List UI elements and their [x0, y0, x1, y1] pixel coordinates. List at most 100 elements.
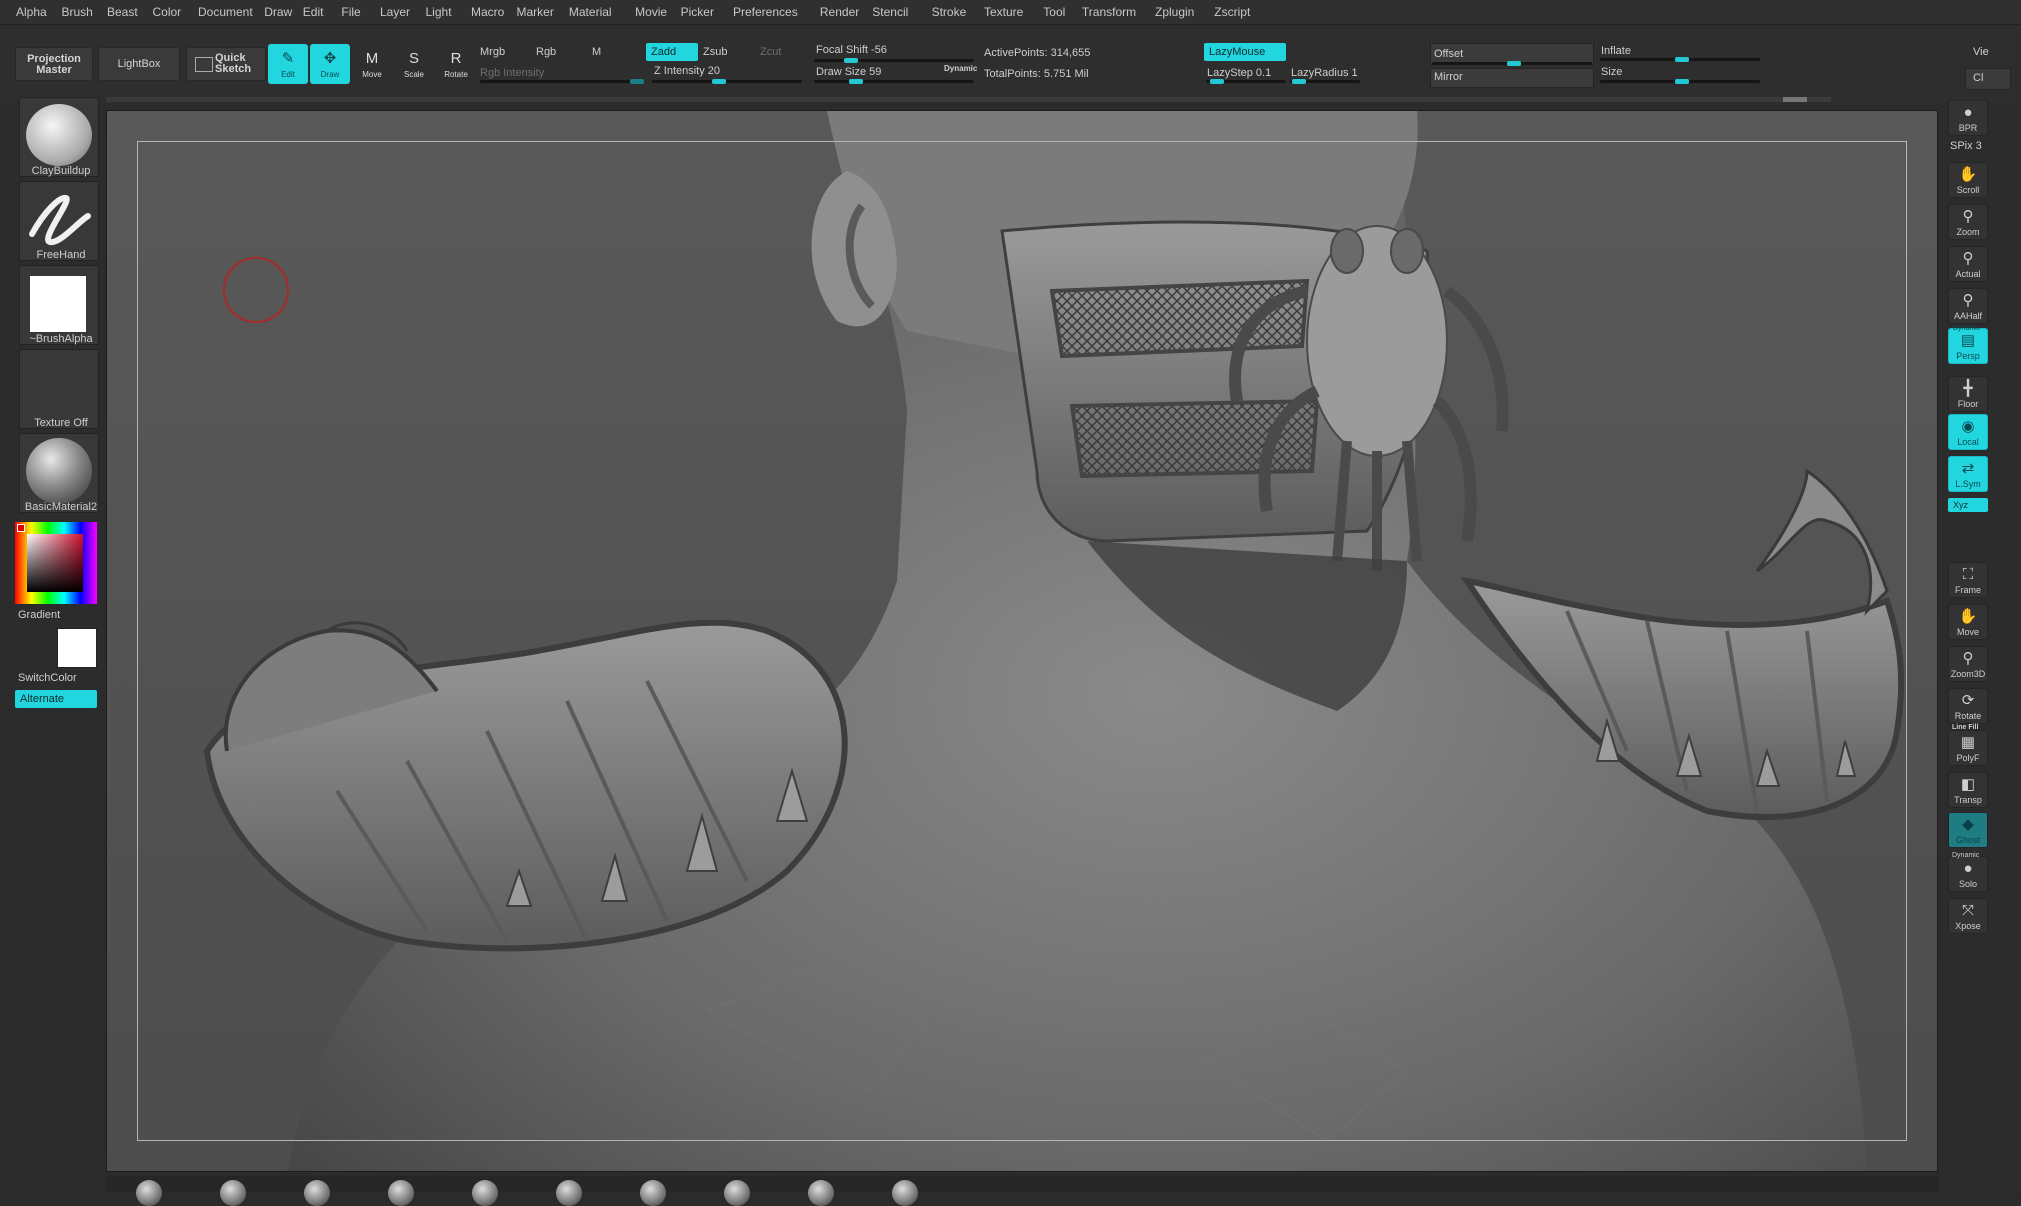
tray-brush-icon[interactable]	[640, 1180, 666, 1206]
menu-movie[interactable]: Movie	[635, 0, 667, 24]
draw-tool-button[interactable]: ✥ Draw	[310, 44, 350, 84]
menu-zscript[interactable]: Zscript	[1214, 0, 1250, 24]
menu-layer[interactable]: Layer	[380, 0, 410, 24]
move-tool-button[interactable]: M Move	[352, 44, 392, 84]
menu-marker[interactable]: Marker	[517, 0, 554, 24]
gradient-label[interactable]: Gradient	[18, 609, 60, 621]
menu-light[interactable]: Light	[426, 0, 452, 24]
menu-alpha[interactable]: Alpha	[16, 0, 47, 24]
menu-draw[interactable]: Draw	[264, 0, 292, 24]
size-slider[interactable]: Size	[1601, 66, 1622, 78]
ghost-view-button[interactable]: ◆ Ghost	[1948, 812, 1988, 848]
menu-texture[interactable]: Texture	[984, 0, 1023, 24]
menu-zplugin[interactable]: Zplugin	[1155, 0, 1194, 24]
menu-stencil[interactable]: Stencil	[872, 0, 908, 24]
rotate-tool-button[interactable]: R Rotate	[436, 44, 476, 84]
tray-brush-icon[interactable]	[472, 1180, 498, 1206]
menu-material[interactable]: Material	[569, 0, 612, 24]
menu-brush[interactable]: Brush	[62, 0, 93, 24]
tray-brush-icon[interactable]	[304, 1180, 330, 1206]
lazymouse-toggle[interactable]: LazyMouse	[1204, 43, 1286, 61]
transp-view-button[interactable]: ◧ Transp	[1948, 772, 1988, 808]
tray-brush-icon[interactable]	[220, 1180, 246, 1206]
canvas-viewport[interactable]	[106, 110, 1938, 1172]
menu-color[interactable]: Color	[153, 0, 182, 24]
menu-stroke[interactable]: Stroke	[932, 0, 967, 24]
menu-macro[interactable]: Macro	[471, 0, 504, 24]
menu-preferences[interactable]: Preferences	[733, 0, 798, 24]
rgb-intensity-slider[interactable]: Rgb Intensity	[480, 67, 544, 79]
lsym-view-button[interactable]: ⇄ L.Sym	[1948, 456, 1988, 492]
menu-render[interactable]: Render	[820, 0, 859, 24]
rgb-intensity-track[interactable]	[480, 79, 644, 84]
mrgb-toggle[interactable]: Mrgb	[480, 46, 505, 58]
actual-view-button[interactable]: ⚲ Actual	[1948, 246, 1988, 282]
menu-beast[interactable]: Beast	[107, 0, 138, 24]
floor-view-button[interactable]: ╋ Floor	[1948, 376, 1988, 412]
focal-shift-slider[interactable]: Focal Shift -56	[816, 44, 887, 56]
zadd-toggle[interactable]: Zadd	[646, 43, 698, 61]
draw-size-slider[interactable]: Draw Size 59	[816, 66, 881, 78]
shelf-scrollbar[interactable]	[106, 97, 1831, 102]
color-square[interactable]	[27, 534, 83, 592]
zoom3d-view-button[interactable]: ⚲ Zoom3D	[1948, 646, 1988, 682]
lazystep-track[interactable]	[1206, 79, 1286, 84]
tray-brush-icon[interactable]	[556, 1180, 582, 1206]
scale-tool-button[interactable]: S Scale	[394, 44, 434, 84]
view-menu[interactable]: Vie	[1973, 46, 1989, 58]
lazyradius-track[interactable]	[1290, 79, 1360, 84]
z-intensity-slider[interactable]: Z Intensity 20	[654, 65, 720, 77]
inflate-slider[interactable]: Inflate	[1601, 45, 1631, 57]
menu-tool[interactable]: Tool	[1043, 0, 1065, 24]
projection-master-button[interactable]: Projection Master	[15, 47, 93, 81]
projection-master-label: Projection Master	[27, 53, 81, 76]
menu-document[interactable]: Document	[198, 0, 253, 24]
scroll-view-button[interactable]: ✋ Scroll	[1948, 162, 1988, 198]
frame-view-button[interactable]: ⛶ Frame	[1948, 562, 1988, 598]
menu-edit[interactable]: Edit	[303, 0, 324, 24]
tray-brush-icon[interactable]	[892, 1180, 918, 1206]
menu-transform[interactable]: Transform	[1082, 0, 1136, 24]
spix-readout[interactable]: SPix 3	[1950, 140, 1982, 152]
lightbox-button[interactable]: LightBox	[98, 47, 180, 81]
z-intensity-track[interactable]	[652, 79, 802, 84]
local-view-button[interactable]: ◉ Local	[1948, 414, 1988, 450]
solo-view-button[interactable]: ● Solo	[1948, 856, 1988, 892]
persp-view-button[interactable]: ▤ Persp	[1948, 328, 1988, 364]
tray-brush-icon[interactable]	[136, 1180, 162, 1206]
polyf-view-button[interactable]: ▦ PolyF	[1948, 730, 1988, 766]
lazystep-slider[interactable]: LazyStep 0.1	[1207, 67, 1271, 79]
lazyradius-slider[interactable]: LazyRadius 1	[1291, 67, 1358, 79]
xpose-view-button[interactable]: ⤧ Xpose	[1948, 898, 1988, 934]
tray-brush-icon[interactable]	[808, 1180, 834, 1206]
secondary-color-swatch[interactable]	[57, 628, 97, 668]
size-track[interactable]	[1600, 79, 1760, 84]
lsym-icon: ⇄	[1961, 460, 1975, 477]
switchcolor-label[interactable]: SwitchColor	[18, 672, 77, 684]
menu-file[interactable]: File	[341, 0, 360, 24]
move-view-button[interactable]: ✋ Move	[1948, 604, 1988, 640]
zcut-toggle[interactable]: Zcut	[760, 46, 781, 58]
color-picker[interactable]	[15, 522, 97, 604]
clear-button[interactable]	[1965, 68, 2011, 90]
menu-picker[interactable]: Picker	[681, 0, 714, 24]
xyz-toggle[interactable]: Xyz	[1948, 498, 1988, 512]
m-toggle[interactable]: M	[592, 46, 601, 58]
bpr-view-button[interactable]: ● BPR	[1948, 100, 1988, 136]
rgb-toggle[interactable]: Rgb	[536, 46, 556, 58]
zsub-toggle[interactable]: Zsub	[703, 46, 727, 58]
alternate-toggle[interactable]: Alternate	[15, 690, 97, 708]
quick-sketch-button[interactable]: Quick Sketch	[186, 47, 266, 81]
draw-size-track[interactable]	[814, 79, 974, 84]
tray-brush-icon[interactable]	[388, 1180, 414, 1206]
focal-shift-track[interactable]	[814, 58, 974, 63]
edit-tool-button[interactable]: ✎ Edit	[268, 44, 308, 84]
zoom-view-button[interactable]: ⚲ Zoom	[1948, 204, 1988, 240]
aahalf-view-button[interactable]: ⚲ AAHalf	[1948, 288, 1988, 324]
zoom3d-view-label: Zoom3D	[1950, 669, 1986, 679]
offset-track[interactable]	[1432, 61, 1592, 66]
inflate-track[interactable]	[1600, 57, 1760, 62]
tray-brush-icon[interactable]	[724, 1180, 750, 1206]
dynamic-toggle[interactable]: Dynamic	[944, 64, 977, 73]
rotate-view-button[interactable]: ⟳ Rotate	[1948, 688, 1988, 724]
